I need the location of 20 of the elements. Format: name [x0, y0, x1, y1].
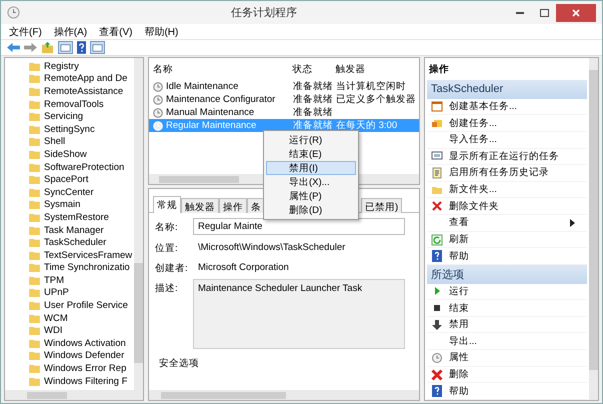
field-value: Microsoft Corporation	[197, 261, 290, 273]
group-title: 安全选项	[158, 357, 200, 370]
field-label: 位置:	[155, 242, 179, 255]
task-status: 准备就绪	[293, 119, 333, 132]
field-label: 描述:	[155, 282, 179, 295]
task-name: Regular Maintenance	[166, 120, 256, 131]
pane-title: 操作	[428, 63, 450, 77]
field-label: 名称:	[155, 221, 179, 234]
task-name: Manual Maintenance	[166, 107, 254, 118]
field-label: 创建者:	[155, 262, 189, 275]
task-status: 准备就绪	[293, 80, 333, 93]
field-value: \Microsoft\Windows\TaskScheduler	[197, 241, 346, 253]
task-status: 准备就绪	[293, 93, 333, 106]
task-status: 准备就绪	[293, 106, 333, 119]
task-name: Idle Maintenance	[166, 81, 238, 92]
task-name: Maintenance Configurator	[166, 94, 276, 105]
task-trigger: 已定义多个触发器	[336, 93, 416, 106]
window-title: 任务计划程序	[230, 6, 298, 20]
task-trigger: 在每天的 3:00	[336, 119, 398, 132]
task-trigger: 当计算机空闲时	[336, 80, 406, 93]
